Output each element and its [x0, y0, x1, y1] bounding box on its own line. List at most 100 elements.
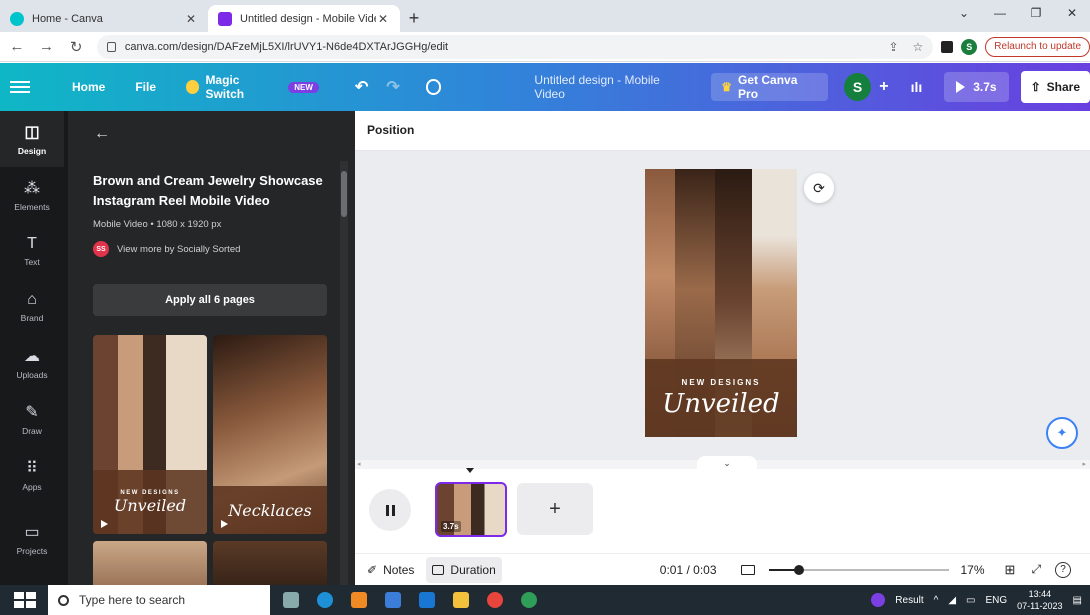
timeline-clip[interactable]: 3.7s: [435, 482, 507, 537]
relaunch-button[interactable]: Relaunch to update: [985, 36, 1090, 57]
task-view-icon[interactable]: [278, 587, 304, 613]
back-arrow-icon[interactable]: ←: [94, 125, 110, 143]
chrome-icon[interactable]: [482, 587, 508, 613]
menu-icon[interactable]: [10, 63, 30, 111]
template-page-thumbnail[interactable]: [93, 541, 207, 585]
result-app-icon[interactable]: [871, 593, 886, 607]
projects-icon: ▭: [24, 524, 40, 541]
pages-view-icon[interactable]: [740, 564, 755, 575]
notifications-icon[interactable]: ▤: [1073, 595, 1082, 606]
design-script-text[interactable]: Unveiled: [662, 389, 779, 419]
rail-item-brand[interactable]: ⌂ Brand: [0, 279, 64, 335]
rail-item-text[interactable]: T Text: [0, 223, 64, 279]
rail-label: Design: [17, 146, 47, 156]
file-menu[interactable]: File: [135, 63, 156, 111]
refresh-rotate-icon[interactable]: ⟳: [804, 173, 834, 203]
chrome-profile-icon[interactable]: [516, 587, 542, 613]
template-page-thumbnail[interactable]: NEW DESIGNS Unveiled: [93, 335, 207, 534]
tray-chevron-icon[interactable]: ^: [934, 595, 939, 606]
user-avatar[interactable]: S: [843, 73, 872, 101]
scroll-left-icon[interactable]: ◂: [357, 460, 361, 468]
fullscreen-icon[interactable]: ⤢: [1031, 562, 1041, 577]
duration-label: Duration: [450, 562, 496, 577]
vlc-icon[interactable]: [346, 587, 372, 613]
zoom-slider-handle[interactable]: [794, 564, 805, 575]
design-title[interactable]: Untitled design - Mobile Video: [534, 63, 689, 111]
position-button[interactable]: Position: [367, 123, 414, 137]
present-duration: 3.7s: [973, 80, 997, 94]
result-label[interactable]: Result: [895, 595, 923, 606]
address-bar: ← → ↻ canva.com/design/DAFzeMjL5XI/lrUVY…: [0, 32, 1090, 62]
network-icon[interactable]: ◢: [948, 595, 956, 606]
apply-all-pages-button[interactable]: Apply all 6 pages: [93, 284, 327, 316]
notes-button[interactable]: ✐ Notes: [367, 563, 414, 577]
present-button[interactable]: 3.7s: [944, 72, 1009, 102]
pause-button[interactable]: [369, 489, 411, 531]
minimize-icon[interactable]: —: [982, 0, 1018, 26]
insights-icon[interactable]: ılı: [911, 63, 923, 111]
grid-view-icon[interactable]: ⊞: [1005, 562, 1016, 578]
canva-favicon-icon: [10, 11, 24, 26]
file-explorer-icon[interactable]: [448, 587, 474, 613]
chevron-down-icon[interactable]: ⌄: [946, 0, 982, 26]
tab-label: Untitled design - Mobile Video: [240, 12, 376, 25]
close-icon[interactable]: ✕: [376, 12, 390, 26]
clock[interactable]: 13:44 07-11-2023: [1017, 588, 1062, 612]
cloud-saved-icon[interactable]: [425, 79, 442, 95]
undo-icon[interactable]: ↶: [355, 63, 368, 111]
window-controls: ⌄ — ❐ ✕: [946, 0, 1090, 26]
language-indicator[interactable]: ENG: [986, 595, 1008, 606]
rail-item-design[interactable]: ◫ Design: [0, 111, 64, 167]
template-page-thumbnail[interactable]: [213, 541, 327, 585]
design-text-band[interactable]: NEW DESIGNS Unveiled: [645, 359, 797, 437]
panel-scrollbar[interactable]: [340, 161, 348, 585]
get-canva-pro-button[interactable]: ♛ Get Canva Pro: [711, 73, 828, 101]
browser-tab-design[interactable]: Untitled design - Mobile Video ✕: [208, 5, 400, 32]
help-icon[interactable]: ?: [1055, 561, 1072, 578]
magic-assistant-icon[interactable]: ✦: [1046, 417, 1078, 449]
add-collaborator-icon[interactable]: +: [879, 63, 888, 111]
add-page-button[interactable]: +: [517, 483, 593, 535]
timeline-toggle-chevron-icon[interactable]: ⌄: [697, 456, 757, 470]
zoom-level[interactable]: 17%: [961, 563, 985, 577]
magic-switch-button[interactable]: Magic Switch NEW: [186, 63, 319, 111]
zoom-slider[interactable]: [768, 564, 949, 575]
redo-icon[interactable]: ↷: [386, 63, 399, 111]
duration-icon: [432, 564, 445, 575]
creator-link[interactable]: SS View more by Socially Sorted: [93, 241, 240, 257]
rail-item-elements[interactable]: ⁂ Elements: [0, 167, 64, 223]
rail-item-projects[interactable]: ▭ Projects: [0, 511, 64, 567]
notes-icon: ✐: [367, 562, 378, 577]
mail-icon[interactable]: [414, 587, 440, 613]
design-page[interactable]: NEW DESIGNS Unveiled: [645, 169, 797, 437]
share-button[interactable]: ⇧ Share: [1020, 71, 1090, 103]
back-arrow-icon[interactable]: ←: [4, 34, 30, 60]
windows-start-icon[interactable]: [14, 592, 36, 608]
home-menu[interactable]: Home: [72, 63, 105, 111]
scroll-right-icon[interactable]: ▸: [1082, 460, 1086, 468]
close-icon[interactable]: ✕: [184, 12, 198, 26]
new-tab-button[interactable]: +: [400, 5, 428, 32]
creator-link-label: View more by Socially Sorted: [117, 243, 241, 255]
close-window-icon[interactable]: ✕: [1054, 0, 1090, 26]
restore-icon[interactable]: ❐: [1018, 0, 1054, 26]
battery-icon[interactable]: ▭: [966, 595, 975, 606]
rail-item-draw[interactable]: ✎ Draw: [0, 391, 64, 447]
reload-icon[interactable]: ↻: [63, 34, 89, 60]
sidebar-panel-icon[interactable]: [941, 40, 954, 53]
forward-arrow-icon[interactable]: →: [34, 34, 60, 60]
browser-tab-home[interactable]: Home - Canva ✕: [0, 5, 208, 32]
rail-item-uploads[interactable]: ☁ Uploads: [0, 335, 64, 391]
edge-browser-icon[interactable]: [312, 587, 338, 613]
duration-button[interactable]: Duration: [426, 556, 502, 583]
design-small-text[interactable]: NEW DESIGNS: [682, 378, 761, 387]
rail-item-apps[interactable]: ⠿ Apps: [0, 447, 64, 503]
playhead[interactable]: [466, 468, 474, 473]
store-icon[interactable]: [380, 587, 406, 613]
profile-avatar[interactable]: S: [961, 38, 978, 55]
taskbar-search[interactable]: Type here to search: [48, 585, 270, 615]
bookmark-star-icon[interactable]: ☆: [913, 40, 924, 54]
url-field[interactable]: canva.com/design/DAFzeMjL5XI/lrUVY1-N6de…: [96, 34, 934, 59]
share-page-icon[interactable]: ⇪: [888, 40, 898, 54]
template-page-thumbnail[interactable]: Necklaces: [213, 335, 327, 534]
